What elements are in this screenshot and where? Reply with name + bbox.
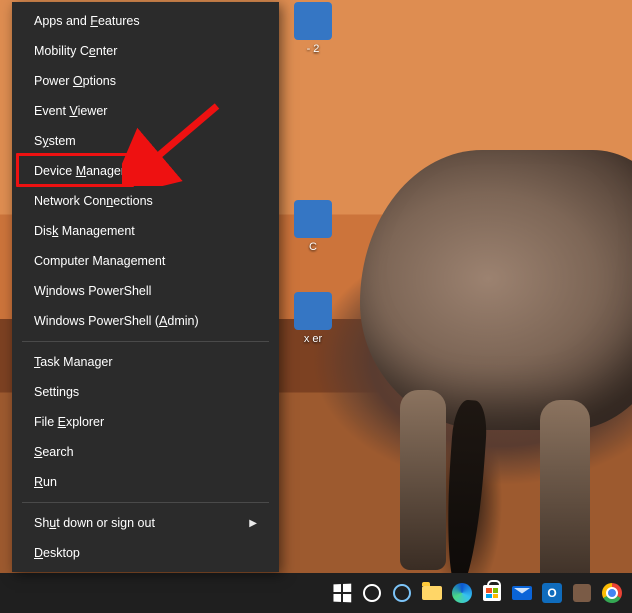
wallpaper-animal-leg [400,390,446,570]
menu-item-apps[interactable]: Apps and Features [12,6,279,36]
menu-item-label: Apps and Features [34,14,140,28]
taskbar-app-icon[interactable] [568,573,596,613]
submenu-chevron-icon: ▶ [249,518,257,529]
desktop-icon[interactable]: C [291,200,335,253]
menu-item-label: File Explorer [34,415,104,429]
wallpaper-animal-body [360,150,632,430]
taskbar-edge-icon[interactable] [448,573,476,613]
menu-item-label: Power Options [34,74,116,88]
menu-item-label: Task Manager [34,355,113,369]
menu-item-label: Computer Management [34,254,165,268]
menu-item-label: System [34,134,76,148]
menu-item-label: Windows PowerShell (Admin) [34,314,199,328]
desktop-icon[interactable]: x er [291,292,335,345]
menu-item-label: Desktop [34,546,80,560]
desktop-icon-label: C [291,241,335,253]
desktop-icon-glyph [294,200,332,238]
menu-item-label: Windows PowerShell [34,284,151,298]
menu-item-powershelladmin[interactable]: Windows PowerShell (Admin) [12,306,279,336]
menu-item-label: Run [34,475,57,489]
desktop-icon-glyph [294,2,332,40]
menu-item-label: Mobility Center [34,44,117,58]
wallpaper-animal-leg [540,400,590,590]
desktop-icon-label: - 2 [291,43,335,55]
menu-separator [22,502,269,503]
taskbar-mail-icon[interactable] [508,573,536,613]
menu-item-label: Disk Management [34,224,135,238]
menu-item-label: Settings [34,385,79,399]
menu-separator [22,341,269,342]
taskbar-search-icon[interactable] [358,573,386,613]
desktop-icon-glyph [294,292,332,330]
menu-item-compmgmt[interactable]: Computer Management [12,246,279,276]
menu-item-powershell[interactable]: Windows PowerShell [12,276,279,306]
taskbar-file-explorer-icon[interactable] [418,573,446,613]
menu-item-label: Shut down or sign out [34,516,155,530]
taskbar-store-icon[interactable] [478,573,506,613]
menu-item-desktop[interactable]: Desktop [12,538,279,568]
menu-item-label: Search [34,445,74,459]
menu-item-settings[interactable]: Settings [12,377,279,407]
desktop-icon[interactable]: - 2 [291,2,335,55]
menu-item-shutdown[interactable]: Shut down or sign out ▶ [12,508,279,538]
menu-item-label: Network Connections [34,194,153,208]
menu-item-run[interactable]: Run [12,467,279,497]
menu-item-diskmgmt[interactable]: Disk Management [12,216,279,246]
annotation-highlight-box [16,153,134,187]
menu-item-search[interactable]: Search [12,437,279,467]
winx-power-menu[interactable]: Apps and Features Mobility Center Power Op… [12,2,279,572]
desktop-icon-label: x er [291,333,335,345]
menu-item-network[interactable]: Network Connections [12,186,279,216]
menu-item-label: Event Viewer [34,104,107,118]
menu-item-power[interactable]: Power Options [12,66,279,96]
taskbar: O [0,573,632,613]
menu-item-taskmgr[interactable]: Task Manager [12,347,279,377]
menu-item-explorer[interactable]: File Explorer [12,407,279,437]
annotation-arrow [122,96,232,186]
taskbar-outlook-icon[interactable]: O [538,573,566,613]
start-button[interactable] [328,573,356,613]
menu-item-mobility[interactable]: Mobility Center [12,36,279,66]
taskbar-cortana-icon[interactable] [388,573,416,613]
taskbar-chrome-icon[interactable] [598,573,626,613]
